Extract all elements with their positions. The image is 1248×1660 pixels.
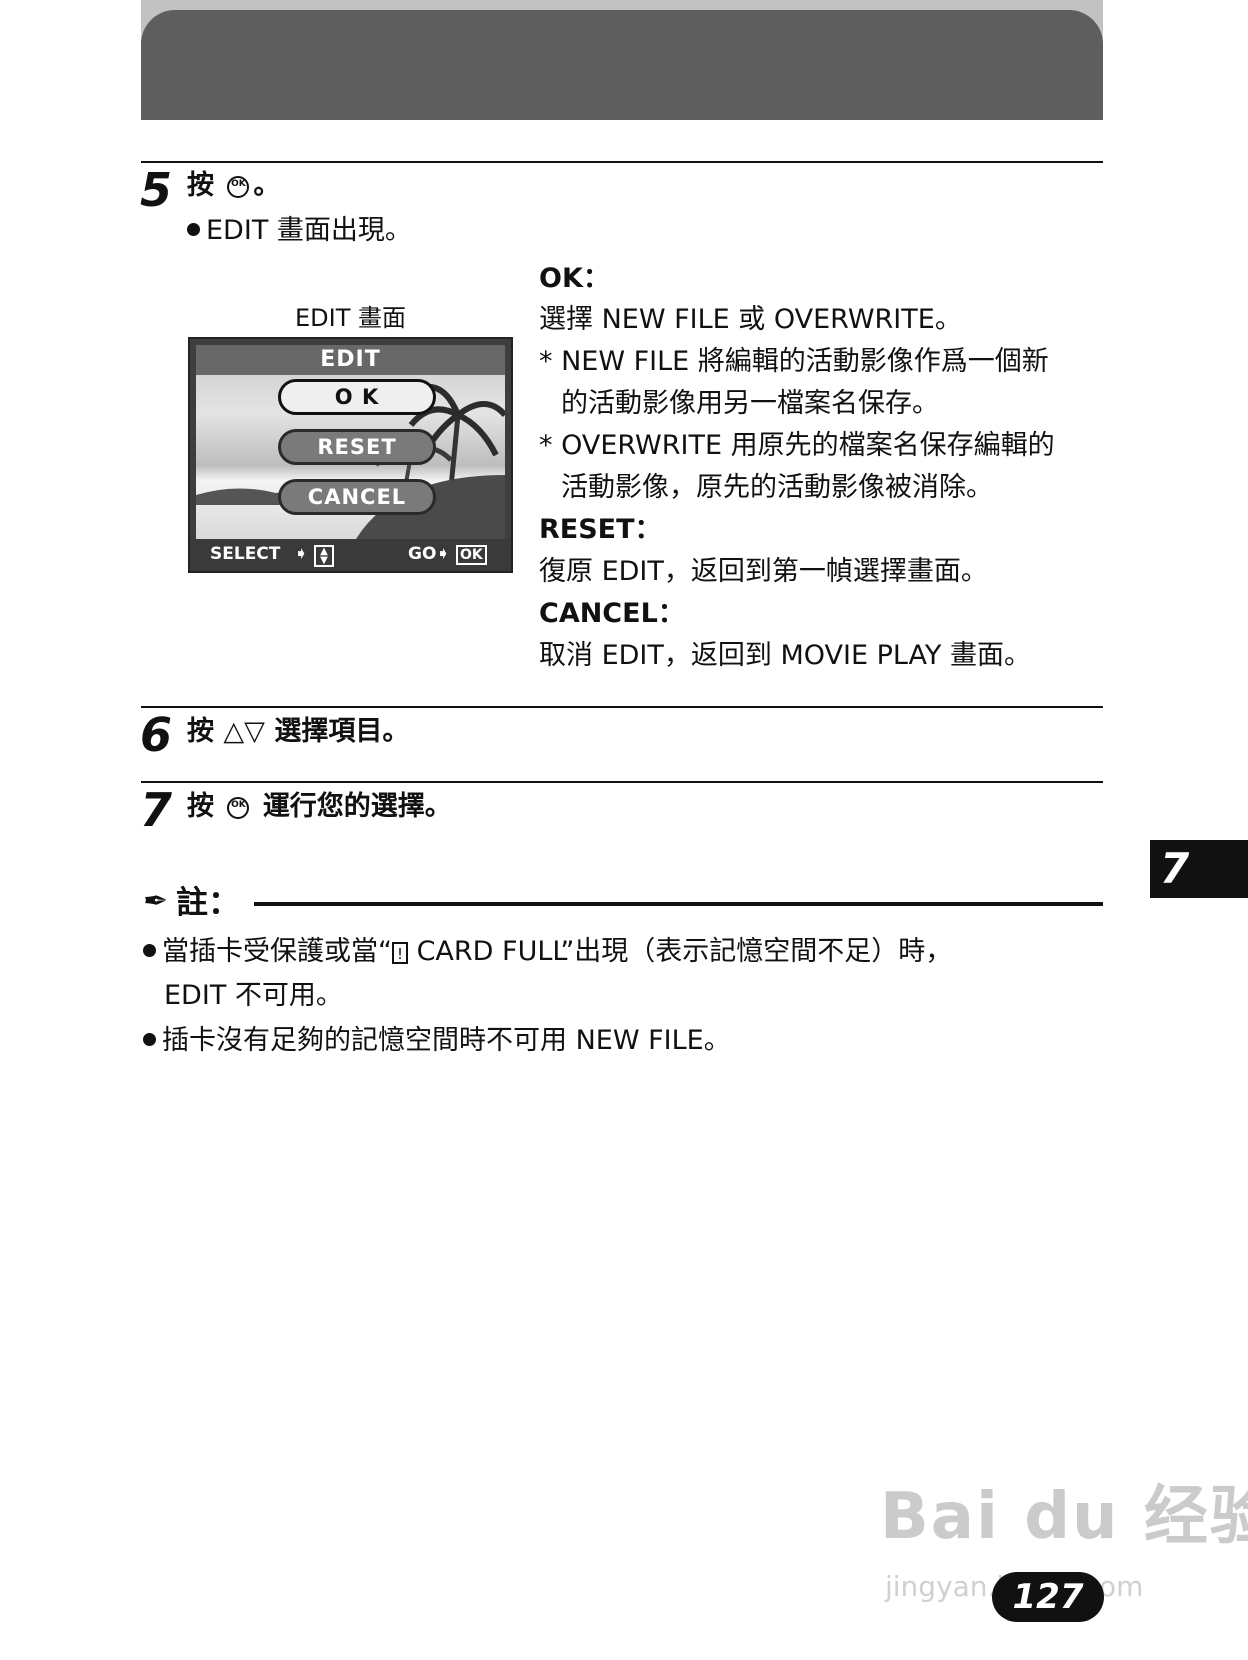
step7-rule [141,781,1103,783]
cancel-option-text: 取消 EDIT，返回到 MOVIE PLAY 畫面。 [539,640,1032,671]
edit-screen: EDIT O K RESET CANCEL SELECT ➧ ▲ ▼ GO ➧ O… [188,337,513,573]
step5-number: 5 [140,163,173,217]
overwrite-note-line2: 活動影像，原先的活動影像被消除。 [561,472,993,503]
overwrite-note-line1: * OVERWRITE 用原先的檔案名保存編輯的 [539,430,1055,461]
note-item1-text-a: 當插卡受保護或當“ [162,936,392,967]
step7-instruction: 按 OK 運行您的選擇。 [187,791,452,823]
arrow-right-icon: ➧ [294,544,309,564]
ok-button-icon: OK [227,796,250,819]
note-item1-text-b: CARD FULL”出現（表示記憶空間不足）時， [408,936,953,967]
page-number: 127 [992,1572,1104,1622]
status-select-label: SELECT [210,544,281,564]
up-down-icon: ▲ ▼ [314,545,334,567]
pen-icon: ✒ [143,884,169,919]
newfile-note-line2: 的活動影像用另一檔案名保存。 [561,388,939,419]
note-item2: 插卡沒有足夠的記憶空間時不可用 NEW FILE。 [143,1025,731,1057]
step6-number: 6 [140,708,173,762]
screen-title: EDIT [196,345,505,375]
step7-number: 7 [140,783,173,837]
note-item2-text: 插卡沒有足夠的記憶空間時不可用 NEW FILE。 [162,1025,731,1056]
status-ok-key: OK [456,545,487,565]
beach-photo: EDIT O K RESET CANCEL [196,345,505,539]
header-title-bar [141,10,1103,120]
step5-sub-text: EDIT 畫面出現。 [206,215,412,246]
screen-ok-button[interactable]: O K [278,379,436,415]
ok-option-label: OK： [539,263,610,294]
reset-option-label: RESET： [539,514,662,545]
ok-option-text: 選擇 NEW FILE 或 OVERWRITE。 [539,304,962,335]
screen-status-bar: SELECT ➧ ▲ ▼ GO ➧ OK [190,539,511,571]
step7-press: 按 [187,791,214,822]
bullet-icon [143,944,156,957]
note-heading: 註： [176,883,241,921]
newfile-note-line1: * NEW FILE 將編輯的活動影像作爲一個新 [539,346,1049,377]
step6-instruction: 按 △▽ 選擇項目。 [187,716,410,747]
screen-cancel-button[interactable]: CANCEL [278,479,436,515]
baidu-watermark: Bai du 经验 [880,1480,1248,1554]
step5-press: 按 [187,170,214,201]
note-rule [254,902,1103,906]
step5-rule [141,161,1103,163]
step7-text: 運行您的選擇。 [262,791,452,822]
bullet-icon [187,223,200,236]
step5-instruction: 按 OK。 [187,170,280,202]
step6-rule [141,706,1103,708]
note-item1-line2: EDIT 不可用。 [164,980,343,1011]
reset-option-text: 復原 EDIT，返回到第一幀選擇畫面。 [539,556,988,587]
screen-reset-button[interactable]: RESET [278,429,436,465]
status-go-label: GO [408,544,437,564]
note-item1-line1: 當插卡受保護或當“! CARD FULL”出現（表示記憶空間不足）時， [143,936,952,968]
step5-sub: EDIT 畫面出現。 [187,215,412,247]
figure-caption: EDIT 畫面 [294,304,406,332]
card-warning-icon: ! [392,941,408,964]
cancel-option-label: CANCEL： [539,598,685,629]
bullet-icon [143,1033,156,1046]
arrow-right-icon: ➧ [436,544,451,564]
step5-end: 。 [253,170,281,201]
ok-button-icon: OK [227,175,250,198]
chapter-tab: 7 [1150,840,1248,898]
